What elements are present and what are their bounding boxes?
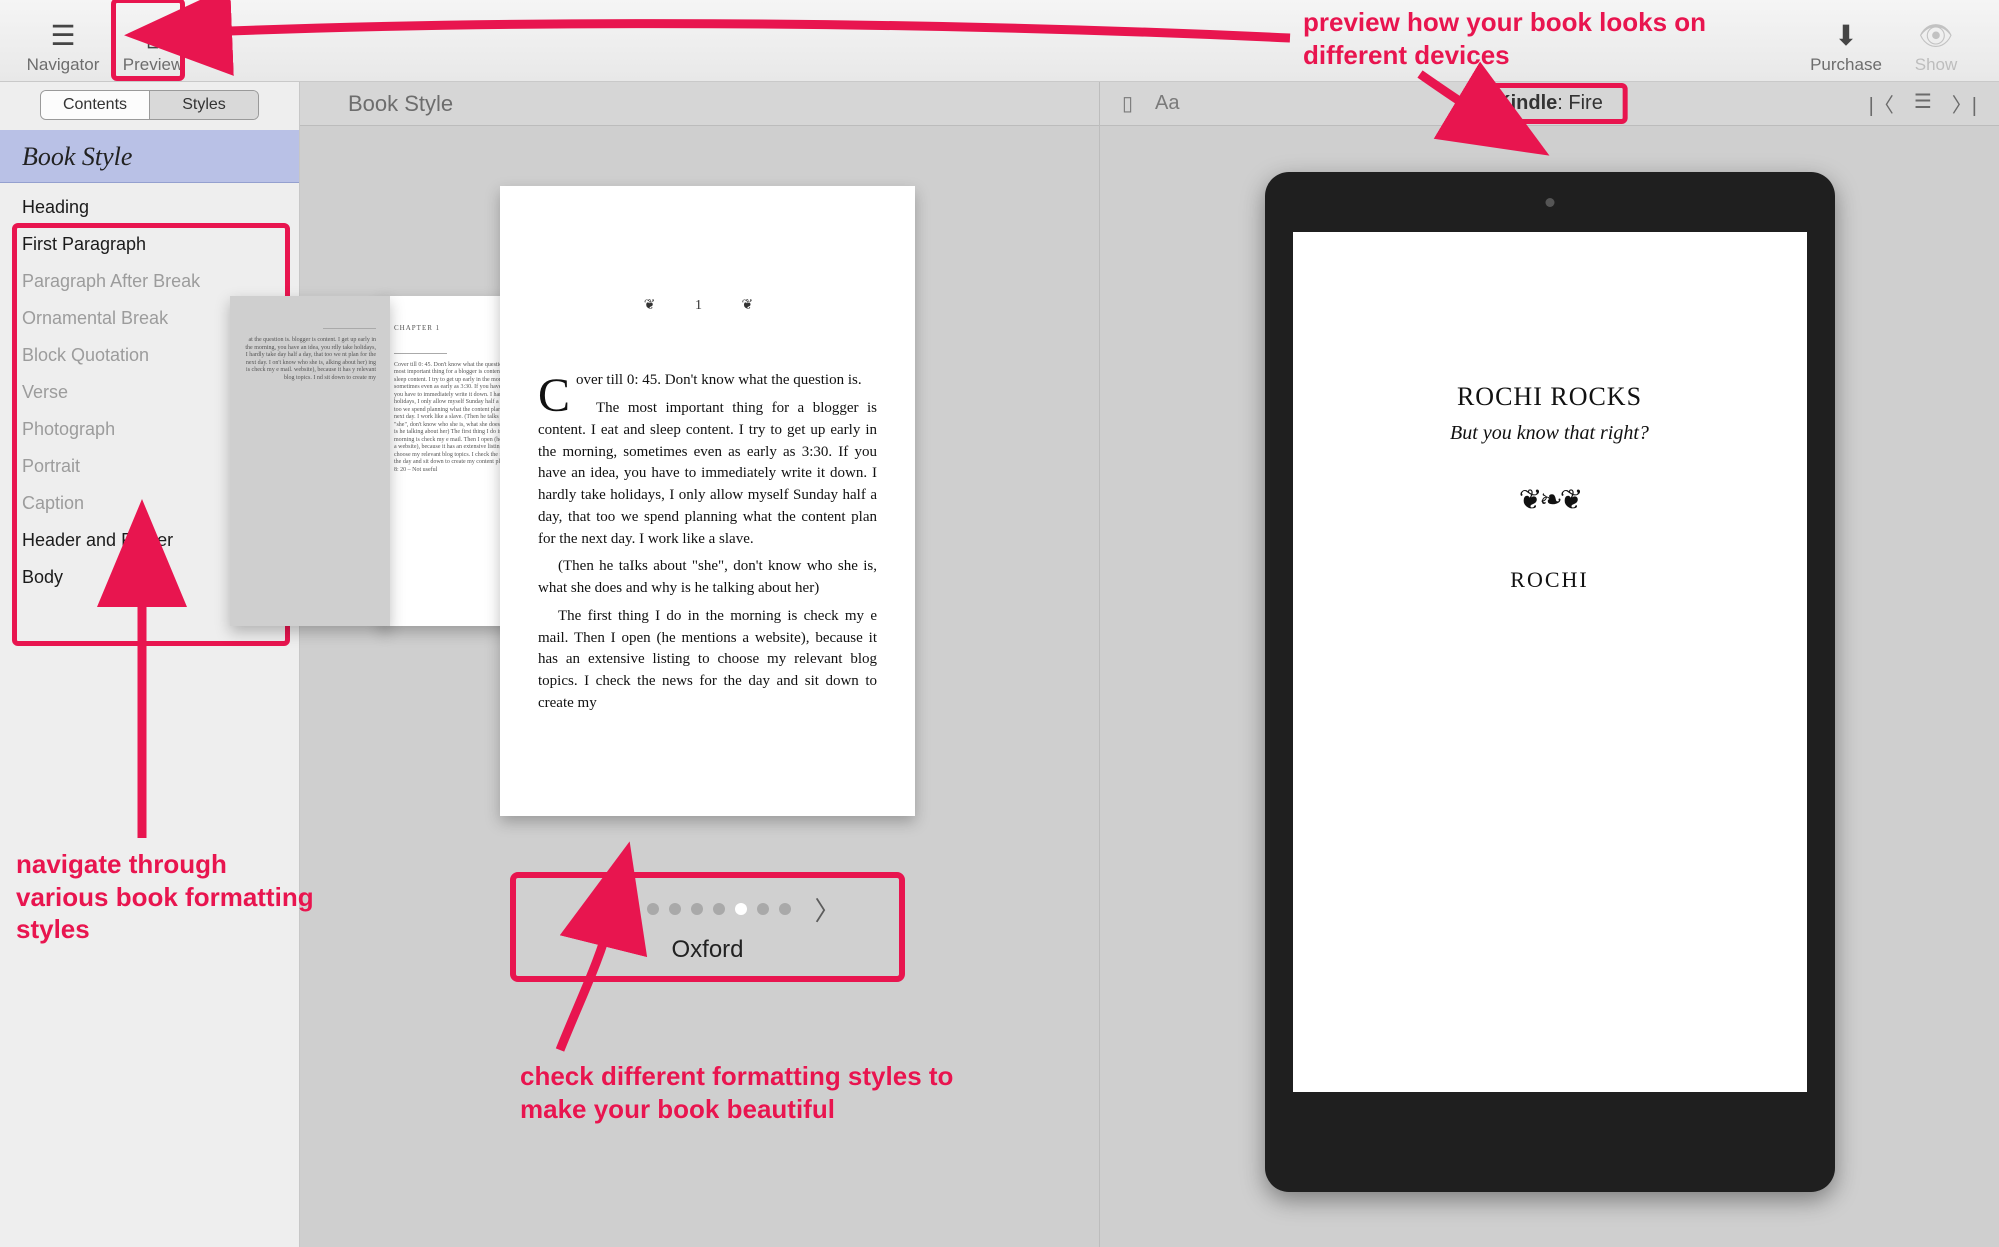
show-label: Show <box>1915 55 1958 75</box>
style-item-heading[interactable]: Heading <box>0 189 299 226</box>
style-selector: 〈 〉 Oxford <box>510 872 905 982</box>
device-screen[interactable]: ROCHI ROCKS But you know that right? ❦❧❦… <box>1293 232 1807 1092</box>
toc-icon[interactable]: ☰ <box>1914 89 1932 118</box>
device-pane: ▯ Aa Kindle: Fire |〈 ☰ 〉| ROCHI ROCKS Bu… <box>1100 82 1999 1247</box>
preview-button[interactable]: ▯ Preview <box>108 5 198 75</box>
purchase-label: Purchase <box>1810 55 1882 75</box>
center-title: Book Style <box>300 82 1099 126</box>
device-brand: Kindle <box>1496 92 1557 114</box>
device-toolbar: ▯ Aa Kindle: Fire |〈 ☰ 〉| <box>1100 82 1999 126</box>
chapter-marker: ❦ 1 ❦ <box>538 296 877 316</box>
purchase-button[interactable]: ⬇ Purchase <box>1801 5 1891 75</box>
style-next-button[interactable]: 〉 <box>809 891 847 928</box>
center-pane: Book Style CHAPTER 1 Cover till 0: 45. D… <box>300 82 1100 1247</box>
tab-contents[interactable]: Contents <box>41 91 149 119</box>
ornament-icon: ❦❧❦ <box>1519 483 1580 517</box>
device-selector[interactable]: Kindle: Fire <box>1471 83 1628 124</box>
preview-stage: CHAPTER 1 Cover till 0: 45. Don't know w… <box>300 126 1099 1247</box>
style-prev-button[interactable]: 〈 <box>568 891 606 928</box>
style-name: Oxford <box>671 936 743 964</box>
para-3: (Then he taIks about "she", don't know w… <box>538 556 877 600</box>
background-page-right: at the question is. blogger is content. … <box>230 296 390 626</box>
foreground-page[interactable]: ❦ 1 ❦ Cover till 0: 45. Don't know what … <box>500 186 915 816</box>
sidebar: Contents Styles Book Style Heading First… <box>0 82 300 1247</box>
page-nav: |〈 ☰ 〉| <box>1869 89 1977 118</box>
tab-styles[interactable]: Styles <box>149 91 258 119</box>
device-size-icon[interactable]: ▯ <box>1122 91 1133 116</box>
book-author: ROCHI <box>1510 567 1588 593</box>
sidebar-heading[interactable]: Book Style <box>0 130 299 183</box>
para-4: The first thing I do in the morning is c… <box>538 606 877 715</box>
bg-right-text: at the question is. blogger is content. … <box>244 337 376 382</box>
show-button[interactable]: 👁 Show <box>1891 5 1981 75</box>
book-title: ROCHI ROCKS <box>1457 382 1642 412</box>
top-toolbar: ☰ Navigator ▯ Preview ⬇ Purchase 👁 Show <box>0 0 1999 82</box>
device-model: : Fire <box>1557 92 1603 114</box>
device-frame: ROCHI ROCKS But you know that right? ❦❧❦… <box>1265 172 1835 1192</box>
first-page-button[interactable]: |〈 <box>1869 89 1894 118</box>
sidebar-tabs: Contents Styles <box>40 90 259 120</box>
tablet-icon: ▯ <box>145 21 160 51</box>
download-icon: ⬇ <box>1834 21 1857 51</box>
last-page-button[interactable]: 〉| <box>1952 89 1977 118</box>
font-size-icon[interactable]: Aa <box>1155 92 1179 115</box>
eye-icon: 👁 <box>1918 21 1954 51</box>
hamburger-icon: ☰ <box>50 21 75 51</box>
navigator-label: Navigator <box>27 55 100 75</box>
style-item-paragraph-after-break[interactable]: Paragraph After Break <box>0 263 299 300</box>
style-item-first-paragraph[interactable]: First Paragraph <box>0 226 299 263</box>
book-subtitle: But you know that right? <box>1450 422 1649 445</box>
style-dots[interactable] <box>625 903 791 915</box>
navigator-button[interactable]: ☰ Navigator <box>18 5 108 75</box>
para-2: The most important thing for a blogger i… <box>538 398 877 550</box>
para-1: Cover till 0: 45. Don't know what the qu… <box>538 370 877 392</box>
preview-label: Preview <box>123 55 183 75</box>
